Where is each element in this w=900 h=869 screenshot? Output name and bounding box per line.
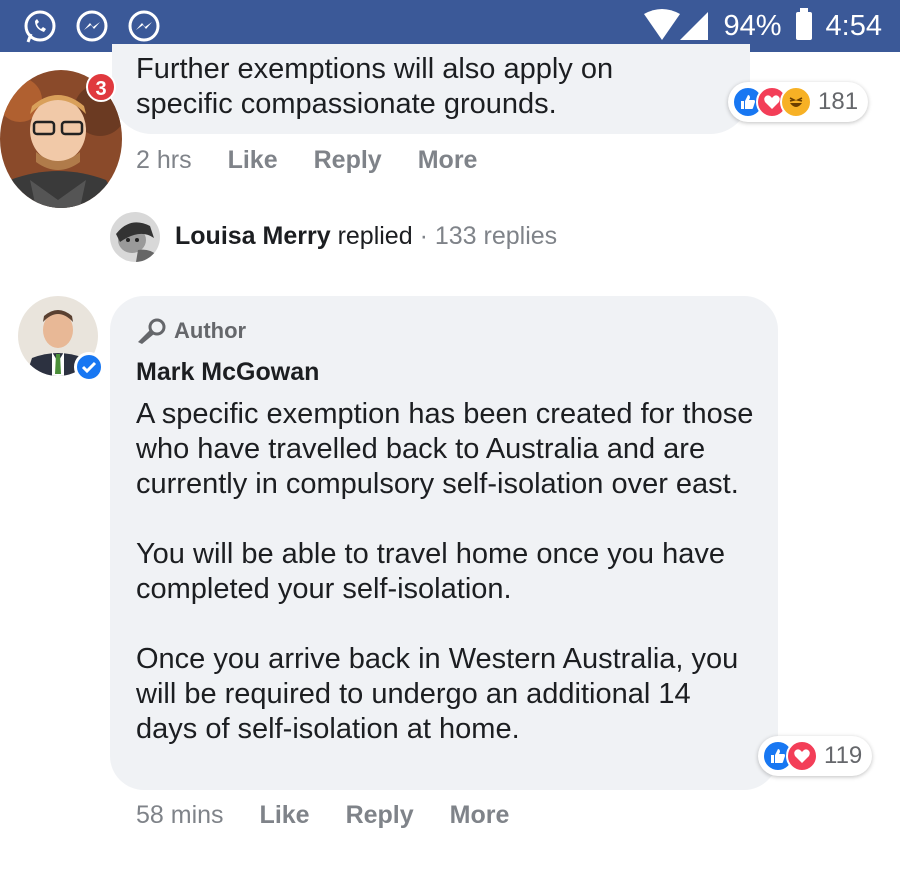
like-button[interactable]: Like [228, 146, 278, 175]
haha-reaction-icon [780, 86, 812, 118]
whatsapp-icon [24, 10, 56, 43]
author-label: Author [136, 318, 778, 344]
battery-icon [795, 8, 812, 40]
reply-button[interactable]: Reply [346, 801, 414, 830]
more-button[interactable]: More [450, 801, 510, 830]
comment-actions: 2 hrs Like Reply More [136, 146, 477, 175]
comment-time[interactable]: 58 mins [136, 801, 224, 830]
commenter-name[interactable]: Mark McGowan [136, 358, 778, 387]
battery-percent: 94% [723, 9, 782, 42]
reaction-summary[interactable]: 119 [758, 736, 873, 776]
like-button[interactable]: Like [260, 801, 310, 830]
comment-bubble: Further exemptions will also apply on sp… [112, 44, 750, 134]
reply-count: 133 replies [434, 222, 558, 250]
comment-paragraph: You will be able to travel home once you… [136, 538, 725, 605]
messenger-icon [76, 10, 108, 42]
replies-link[interactable]: Louisa Merry replied · 133 replies [175, 222, 557, 251]
reply-button[interactable]: Reply [314, 146, 382, 175]
reply-action: replied [337, 222, 413, 250]
comment-bubble: Author Mark McGowan A specific exemption… [110, 296, 778, 790]
messenger-icon [128, 10, 160, 42]
comment-time[interactable]: 2 hrs [136, 146, 192, 175]
comment-actions: 58 mins Like Reply More [136, 801, 509, 830]
verified-badge-icon [74, 352, 104, 382]
love-reaction-icon [786, 740, 818, 772]
comment-paragraph: Once you arrive back in Western Australi… [136, 643, 739, 745]
avatar[interactable] [110, 212, 160, 262]
notification-badge: 3 [86, 72, 116, 102]
author-label-text: Author [174, 318, 247, 343]
comment-text-line: specific compassionate grounds. [136, 88, 557, 120]
microphone-icon [138, 318, 166, 344]
reaction-summary[interactable]: 181 [728, 82, 869, 122]
separator: · [419, 222, 428, 250]
reaction-count: 181 [818, 88, 859, 115]
signal-icon [643, 9, 708, 40]
more-button[interactable]: More [418, 146, 478, 175]
comment-text-line: Further exemptions will also apply on [136, 53, 614, 85]
comment-paragraph: A specific exemption has been created fo… [136, 398, 754, 500]
clock: 4:54 [825, 9, 882, 42]
reply-author-name: Louisa Merry [175, 222, 331, 250]
reaction-count: 119 [824, 742, 863, 769]
